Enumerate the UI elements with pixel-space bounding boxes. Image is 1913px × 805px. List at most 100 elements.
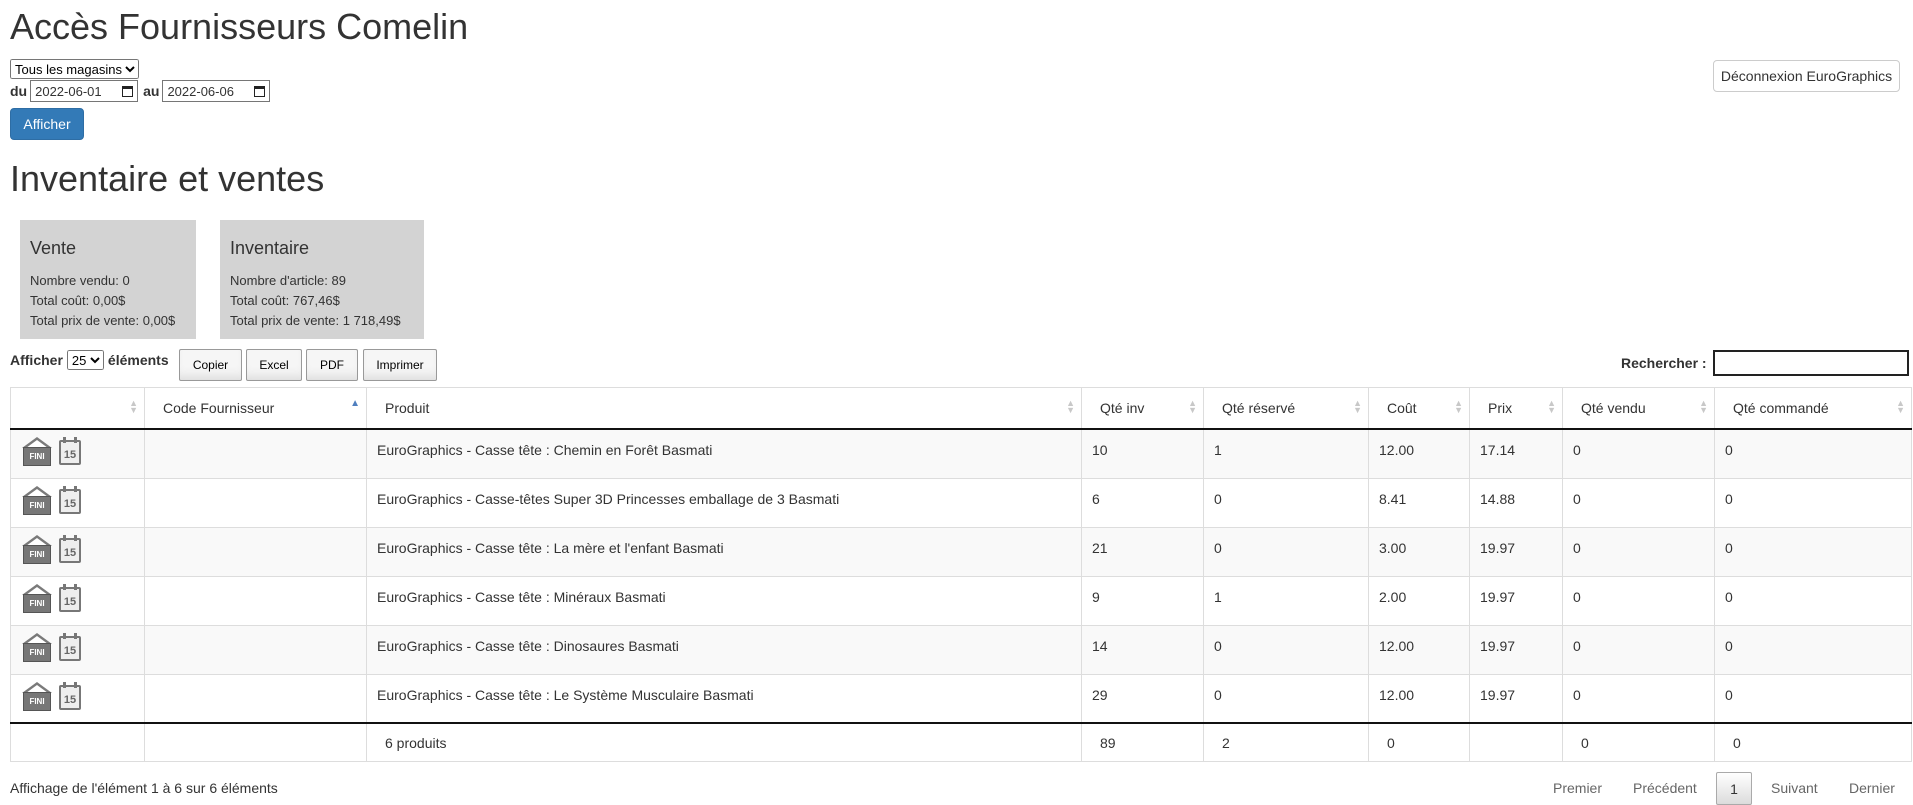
to-date-input[interactable]: 2022-06-06 [162, 80, 271, 102]
previous-page-button[interactable]: Précédent [1633, 772, 1697, 804]
sort-icon: ▲ ▼ [1896, 398, 1905, 415]
table-info: Affichage de l'élément 1 à 6 sur 6 éléme… [10, 780, 278, 796]
inventory-total-cost: Total coût: 767,46$ [230, 293, 340, 308]
cell-price: 19.97 [1469, 575, 1563, 626]
store-select[interactable]: Tous les magasins [10, 59, 139, 79]
sales-total-price: Total prix de vente: 0,00$ [30, 313, 176, 328]
col-header-cost[interactable]: Coût ▲ ▼ [1368, 387, 1470, 430]
calendar-icon[interactable] [254, 85, 266, 97]
cell-price: 19.97 [1469, 526, 1563, 577]
from-date-input[interactable]: 2022-06-01 [30, 80, 139, 102]
cell-qty-ordered: 0 [1714, 624, 1912, 675]
row-actions: FINI 15 [10, 526, 145, 577]
inventory-total-price: Total prix de vente: 1 718,49$ [230, 313, 401, 328]
calendar-icon[interactable]: 15 [59, 583, 81, 612]
cell-product-name: EuroGraphics - Casse tête : Minéraux Bas… [366, 575, 1082, 626]
cell-supplier-code [144, 673, 367, 724]
sort-icon: ▲ ▼ [1188, 398, 1197, 415]
cell-supplier-code [144, 477, 367, 528]
pdf-button[interactable]: PDF [306, 349, 358, 381]
cell-qty-inv: 10 [1081, 428, 1204, 479]
cell-qty-sold: 0 [1562, 428, 1715, 479]
col-header-qty-sold[interactable]: Qté vendu ▲ ▼ [1562, 387, 1715, 430]
finished-house-icon[interactable]: FINI [21, 583, 53, 614]
inventory-card: Inventaire Nombre d'article: 89 Total co… [220, 220, 424, 339]
cell-qty-ordered: 0 [1714, 673, 1912, 724]
date-range: du 2022-06-01 au 2022-06-06 [10, 80, 271, 102]
col-header-qty-inv[interactable]: Qté inv ▲ ▼ [1081, 387, 1204, 430]
logout-button[interactable]: Déconnexion EuroGraphics [1713, 60, 1900, 92]
cell-product-name: EuroGraphics - Casse tête : Chemin en Fo… [366, 428, 1082, 479]
cell-qty-inv: 29 [1081, 673, 1204, 724]
col-header-price[interactable]: Prix ▲ ▼ [1469, 387, 1563, 430]
first-page-button[interactable]: Premier [1553, 772, 1602, 804]
next-page-button[interactable]: Suivant [1771, 772, 1818, 804]
show-button[interactable]: Afficher [10, 108, 84, 140]
cell-supplier-code [144, 428, 367, 479]
current-page-button[interactable]: 1 [1716, 772, 1752, 805]
finished-house-icon[interactable]: FINI [21, 485, 53, 516]
from-date-value: 2022-06-01 [35, 83, 102, 99]
cell-qty-sold: 0 [1562, 477, 1715, 528]
table-row: FINI 15 EuroGraphics - Casse tête : La mèr… [10, 526, 1912, 577]
cell-product-name: EuroGraphics - Casse tête : Dinosaures B… [366, 624, 1082, 675]
elements-label: éléments [107, 352, 169, 368]
calendar-icon[interactable]: 15 [59, 437, 81, 465]
col-header-code[interactable]: Code Fournisseur ▲ [144, 387, 367, 430]
search-label: Rechercher : [1621, 355, 1707, 371]
cell-qty-reserved: 0 [1203, 526, 1369, 577]
sort-icon: ▲ ▼ [1454, 398, 1463, 415]
cell-cost: 2.00 [1368, 575, 1470, 626]
cell-qty-reserved: 0 [1203, 624, 1369, 675]
cell-product-name: EuroGraphics - Casse-têtes Super 3D Prin… [366, 477, 1082, 528]
row-actions: FINI 15 [10, 624, 145, 675]
finished-house-icon[interactable]: FINI [21, 632, 53, 663]
cell-cost: 3.00 [1368, 526, 1470, 577]
print-button[interactable]: Imprimer [363, 349, 437, 381]
cell-qty-sold: 0 [1562, 575, 1715, 626]
calendar-icon[interactable]: 15 [59, 534, 81, 563]
cell-price: 17.14 [1469, 428, 1563, 479]
footer-qty-sold: 0 [1562, 722, 1715, 762]
sales-card-title: Vente [30, 238, 77, 258]
search-input[interactable] [1713, 350, 1909, 376]
finished-house-icon[interactable]: FINI [21, 534, 53, 565]
calendar-icon[interactable]: 15 [59, 632, 81, 661]
cell-qty-ordered: 0 [1714, 575, 1912, 626]
cell-price: 19.97 [1469, 624, 1563, 675]
cell-cost: 12.00 [1368, 428, 1470, 479]
sales-count: Nombre vendu: 0 [30, 273, 130, 288]
footer-cost: 0 [1368, 722, 1470, 762]
finished-house-icon[interactable]: FINI [21, 681, 53, 712]
cell-qty-ordered: 0 [1714, 428, 1912, 479]
calendar-icon[interactable]: 15 [59, 681, 81, 710]
col-header-qty-reserved[interactable]: Qté réservé ▲ ▼ [1203, 387, 1369, 430]
table-row: FINI 15 EuroGraphics - Casse-têtes Super 3… [10, 477, 1912, 528]
cell-supplier-code [144, 526, 367, 577]
last-page-button[interactable]: Dernier [1849, 772, 1895, 804]
calendar-icon[interactable]: 15 [59, 485, 81, 514]
sort-icon: ▲ ▼ [1547, 398, 1556, 415]
page-length-select[interactable]: 25 [66, 350, 104, 370]
cell-qty-inv: 21 [1081, 526, 1204, 577]
page-length-control: Afficher 25 éléments [10, 350, 169, 370]
calendar-icon[interactable] [122, 85, 134, 97]
table-row: FINI 15 EuroGraphics - Casse tête : Chemin… [10, 428, 1912, 479]
footer-product-count: 6 produits [366, 722, 1082, 762]
table-footer-row: 6 produits 89 2 0 0 0 [10, 722, 1912, 762]
cell-supplier-code [144, 575, 367, 626]
excel-button[interactable]: Excel [246, 349, 302, 381]
col-header-product[interactable]: Produit ▲ ▼ [366, 387, 1082, 430]
to-date-value: 2022-06-06 [167, 83, 234, 99]
cell-qty-reserved: 0 [1203, 673, 1369, 724]
cell-qty-inv: 9 [1081, 575, 1204, 626]
cell-qty-reserved: 1 [1203, 575, 1369, 626]
table-header-row: ▲ ▼ Code Fournisseur ▲ Produit ▲ ▼ Qté inv ▲ ▼… [10, 387, 1912, 430]
cell-price: 19.97 [1469, 673, 1563, 724]
finished-house-icon[interactable]: FINI [21, 437, 53, 467]
cell-qty-reserved: 1 [1203, 428, 1369, 479]
col-header-actions[interactable]: ▲ ▼ [10, 387, 145, 430]
copy-button[interactable]: Copier [179, 349, 242, 381]
col-header-qty-ordered[interactable]: Qté commandé ▲ ▼ [1714, 387, 1912, 430]
sort-icon: ▲ ▼ [1066, 398, 1075, 415]
